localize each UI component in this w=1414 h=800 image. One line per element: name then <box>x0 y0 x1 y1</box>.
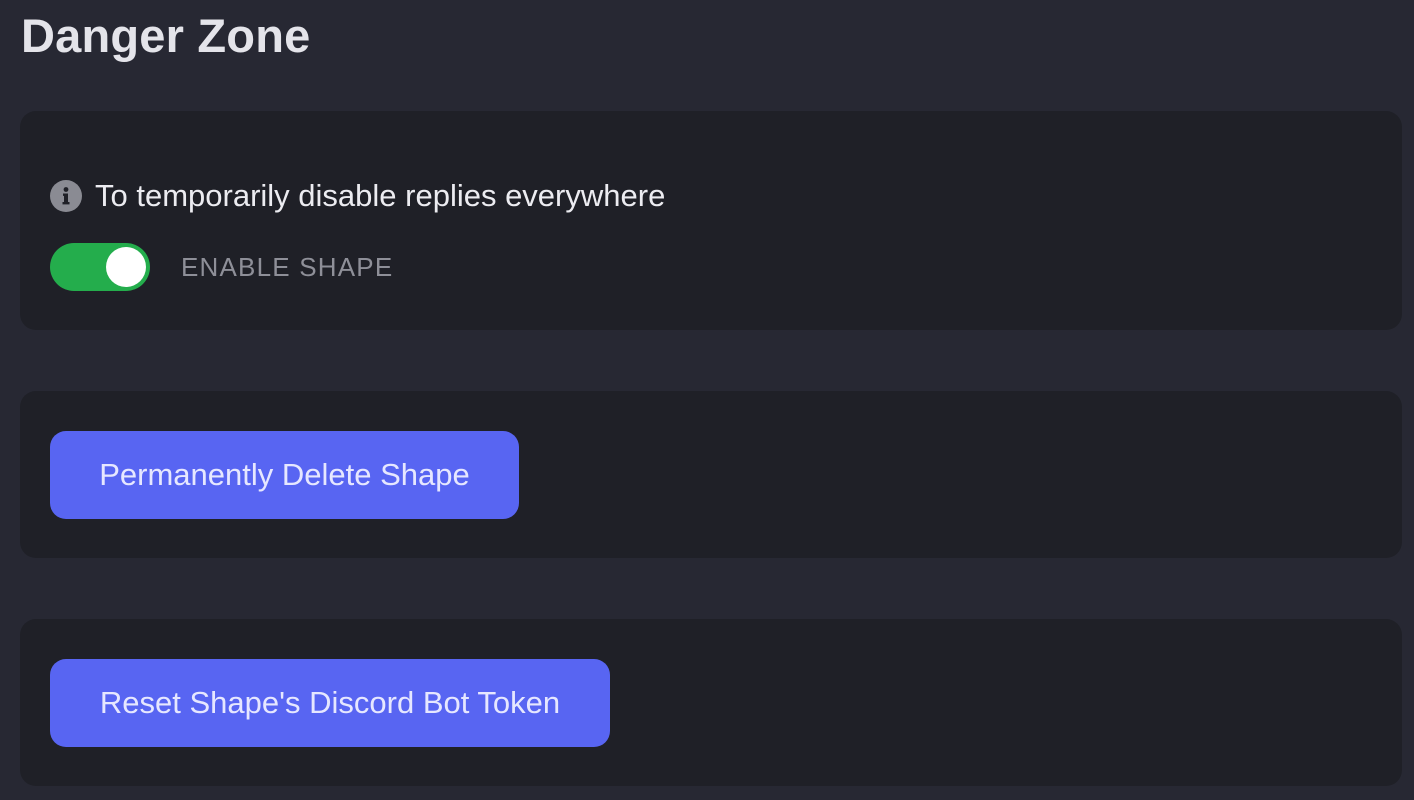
enable-shape-card: To temporarily disable replies everywher… <box>20 111 1402 330</box>
enable-shape-label: ENABLE SHAPE <box>181 251 394 282</box>
delete-shape-card: Permanently Delete Shape <box>20 391 1402 558</box>
info-circle-icon <box>50 180 82 212</box>
info-text: To temporarily disable replies everywher… <box>95 178 666 213</box>
page-title: Danger Zone <box>21 9 311 62</box>
reset-bot-token-button[interactable]: Reset Shape's Discord Bot Token <box>50 659 610 747</box>
danger-zone-page: Danger Zone To temporarily disable repli… <box>0 0 1414 800</box>
reset-token-card: Reset Shape's Discord Bot Token <box>20 619 1402 786</box>
info-row: To temporarily disable replies everywher… <box>50 178 666 213</box>
enable-shape-toggle-row: ENABLE SHAPE <box>50 243 393 291</box>
permanently-delete-shape-button[interactable]: Permanently Delete Shape <box>50 431 519 519</box>
enable-shape-toggle[interactable] <box>50 243 150 291</box>
toggle-knob <box>106 247 146 287</box>
